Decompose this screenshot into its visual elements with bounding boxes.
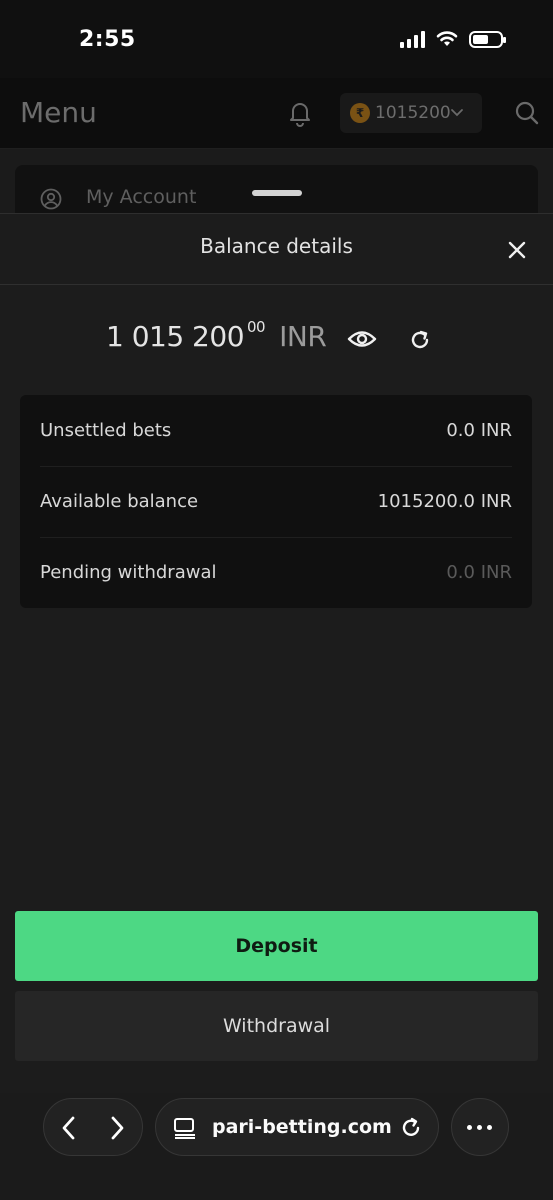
menu-title: Menu xyxy=(20,96,97,129)
chevron-left-icon[interactable] xyxy=(58,1115,80,1141)
detail-row-pending-withdrawal: Pending withdrawal 0.0 INR xyxy=(40,537,512,608)
detail-label: Available balance xyxy=(40,491,199,512)
bell-icon[interactable] xyxy=(286,98,314,128)
detail-value: 1015200.0 INR xyxy=(377,491,512,512)
more-button[interactable] xyxy=(451,1098,509,1156)
withdrawal-button[interactable]: Withdrawal xyxy=(15,991,538,1061)
wifi-icon xyxy=(436,31,458,46)
close-icon[interactable] xyxy=(505,238,529,262)
user-circle-icon xyxy=(40,188,62,210)
balance-decimals: 00 xyxy=(247,318,266,336)
total-balance: 1 015 200 00 INR xyxy=(106,318,327,353)
browser-nav-pill xyxy=(43,1098,143,1156)
more-icon xyxy=(467,1125,492,1130)
divider xyxy=(0,284,553,285)
detail-label: Pending withdrawal xyxy=(40,562,217,583)
detail-label: Unsettled bets xyxy=(40,420,172,441)
battery-icon xyxy=(469,30,506,48)
app-header: Menu ₹ 1015200 xyxy=(0,78,553,149)
balance-currency: INR xyxy=(279,320,327,353)
balance-details-card: Unsettled bets 0.0 INR Available balance… xyxy=(20,395,532,608)
reload-icon[interactable] xyxy=(400,1117,422,1139)
status-icons xyxy=(400,30,506,48)
address-bar[interactable]: pari-betting.com xyxy=(155,1098,439,1156)
browser-toolbar: pari-betting.com xyxy=(0,1093,553,1200)
detail-row-unsettled-bets: Unsettled bets 0.0 INR xyxy=(40,395,512,466)
chevron-down-icon xyxy=(451,109,463,117)
eye-icon[interactable] xyxy=(347,328,377,350)
url-text: pari-betting.com xyxy=(212,1116,392,1138)
my-account-item[interactable]: My Account xyxy=(86,186,196,208)
header-balance-pill[interactable]: ₹ 1015200 xyxy=(340,93,482,133)
status-time: 2:55 xyxy=(79,27,136,52)
chevron-right-icon[interactable] xyxy=(106,1115,128,1141)
detail-row-available-balance: Available balance 1015200.0 INR xyxy=(40,466,512,537)
sheet-grabber[interactable] xyxy=(252,190,302,196)
refresh-icon[interactable] xyxy=(408,328,432,352)
sheet-title: Balance details xyxy=(200,234,353,258)
detail-value: 0.0 INR xyxy=(446,420,512,441)
tabs-icon[interactable] xyxy=(173,1117,197,1139)
search-icon[interactable] xyxy=(514,100,540,126)
header-balance-amount: 1015200 xyxy=(375,103,451,123)
detail-value: 0.0 INR xyxy=(446,562,512,583)
cellular-signal-icon xyxy=(400,30,425,48)
status-bar: 2:55 xyxy=(0,0,553,78)
deposit-button[interactable]: Deposit xyxy=(15,911,538,981)
balance-integer: 1 015 200 xyxy=(106,320,245,353)
rupee-coin-icon: ₹ xyxy=(350,103,370,123)
